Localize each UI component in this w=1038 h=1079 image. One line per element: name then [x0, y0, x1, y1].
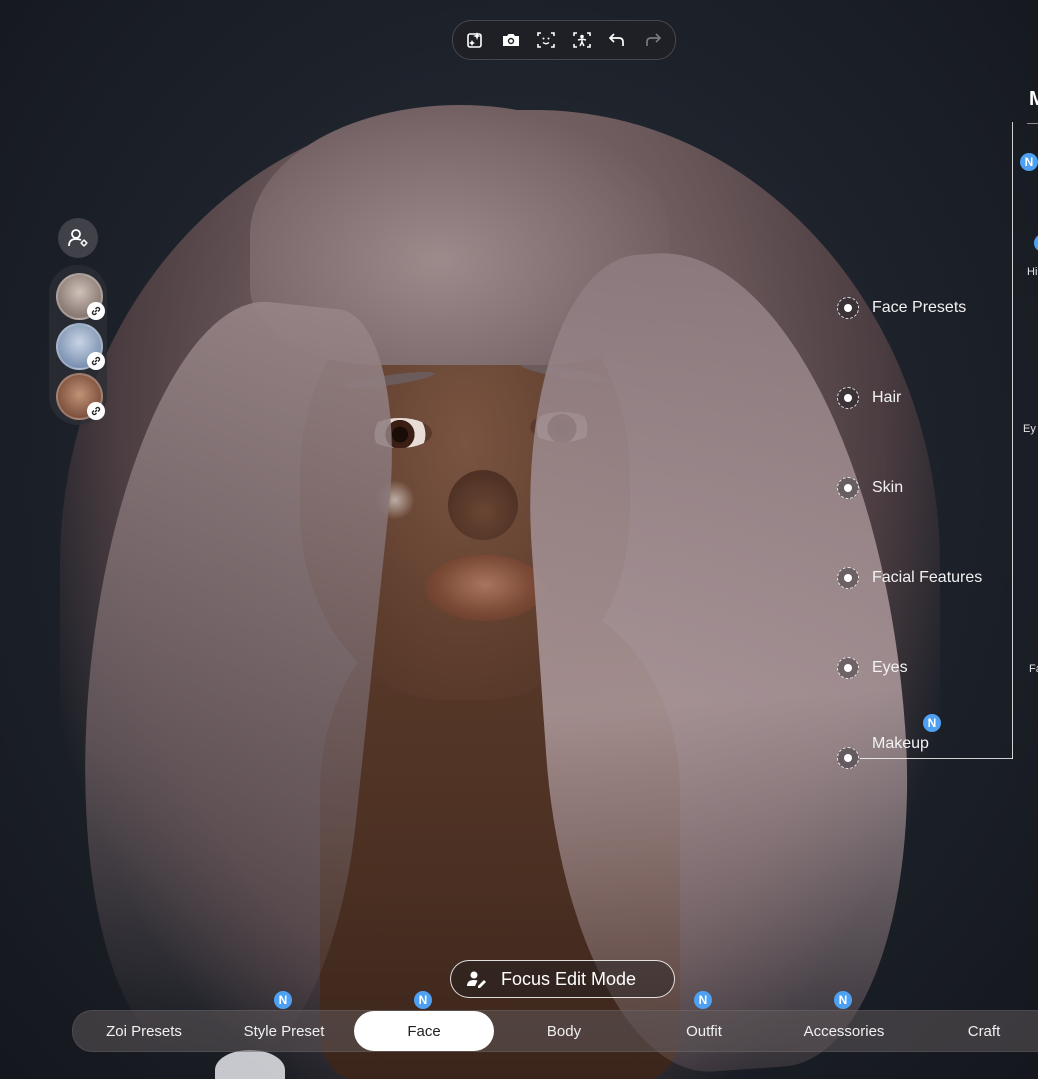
link-icon	[87, 352, 105, 370]
character-lips	[425, 555, 545, 621]
undo-icon	[608, 33, 624, 46]
right-panel-divider	[1027, 123, 1038, 124]
focus-dot-icon	[837, 477, 859, 499]
tab-zoi-presets[interactable]: Zoi Presets	[74, 1011, 214, 1051]
character-nose	[448, 470, 518, 540]
right-panel-label[interactable]: Hi	[1027, 266, 1037, 278]
link-icon	[87, 302, 105, 320]
tab-label: Zoi Presets	[106, 1022, 182, 1040]
redo-button[interactable]	[640, 27, 666, 53]
body-scan-icon	[572, 32, 591, 48]
tab-label: Style Preset	[243, 1022, 325, 1040]
tab-body[interactable]: Body	[494, 1011, 634, 1051]
focus-dot-icon	[837, 297, 859, 319]
focus-label: Facial Features	[872, 569, 983, 586]
focus-dot-icon	[837, 747, 859, 769]
focus-label: Hair	[872, 389, 902, 406]
right-panel-label[interactable]: Ey	[1023, 423, 1036, 435]
focus-label-makeup: Makeup	[872, 735, 929, 752]
right-panel-label[interactable]: Fa	[1029, 663, 1038, 675]
new-badge: N	[694, 991, 712, 1009]
linked-avatar-1[interactable]	[56, 273, 105, 320]
category-tab-bar: Zoi Presets Style Preset Face Body Outfi…	[72, 1010, 1038, 1052]
focus-edit-mode-button[interactable]: Focus Edit Mode	[450, 960, 675, 998]
undo-button[interactable]	[604, 27, 630, 53]
profile-settings-icon	[68, 229, 88, 247]
focus-edit-label: Focus Edit Mode	[501, 968, 637, 989]
linked-avatar-2[interactable]	[56, 323, 105, 370]
new-badge: N	[1020, 153, 1038, 171]
linked-avatars-panel	[49, 265, 107, 425]
linked-avatar-3[interactable]	[56, 373, 105, 420]
face-scan-icon	[537, 32, 556, 48]
tab-style-preset[interactable]: Style Preset	[214, 1011, 354, 1051]
tab-label: Outfit	[686, 1022, 722, 1040]
tab-face[interactable]: Face	[354, 1011, 494, 1051]
tab-label: Body	[546, 1022, 582, 1040]
focus-dot-icon	[837, 657, 859, 679]
tab-craft[interactable]: Craft	[914, 1011, 1038, 1051]
tab-label: Accessories	[803, 1022, 885, 1040]
new-badge: N	[923, 714, 941, 732]
ai-sparkle-button[interactable]	[462, 27, 488, 53]
focus-dot-icon	[837, 387, 859, 409]
connector-line	[1012, 122, 1013, 759]
focus-label: Face Presets	[872, 299, 967, 316]
link-icon	[87, 402, 105, 420]
focus-label: Eyes	[872, 659, 908, 676]
ai-sparkle-icon	[467, 32, 483, 48]
character-viewport[interactable]	[0, 0, 1038, 1079]
profile-settings-button[interactable]	[58, 218, 98, 258]
focus-label: Skin	[872, 479, 904, 496]
body-scan-button[interactable]	[569, 27, 595, 53]
camera-icon	[502, 34, 519, 46]
focus-point-hair[interactable]: Hair	[837, 387, 901, 409]
person-edit-icon	[467, 971, 486, 988]
redo-icon	[645, 33, 661, 46]
focus-point-makeup[interactable]	[837, 747, 859, 769]
focus-point-face-presets[interactable]: Face Presets	[837, 297, 966, 319]
new-badge: N	[414, 991, 432, 1009]
right-panel-title: M	[1029, 88, 1038, 110]
tab-outfit[interactable]: Outfit	[634, 1011, 774, 1051]
top-toolbar	[452, 20, 676, 60]
new-badge: N	[834, 991, 852, 1009]
focus-point-facial-features[interactable]: Facial Features	[837, 567, 982, 589]
new-badge: N	[274, 991, 292, 1009]
face-scan-button[interactable]	[533, 27, 559, 53]
focus-point-eyes[interactable]: Eyes	[837, 657, 908, 679]
focus-point-skin[interactable]: Skin	[837, 477, 903, 499]
tab-label: Craft	[967, 1022, 1001, 1040]
connector-line	[860, 758, 1013, 759]
focus-dot-icon	[837, 567, 859, 589]
tab-accessories[interactable]: Accessories	[774, 1011, 914, 1051]
tab-label: Face	[407, 1022, 441, 1040]
camera-button[interactable]	[498, 27, 524, 53]
